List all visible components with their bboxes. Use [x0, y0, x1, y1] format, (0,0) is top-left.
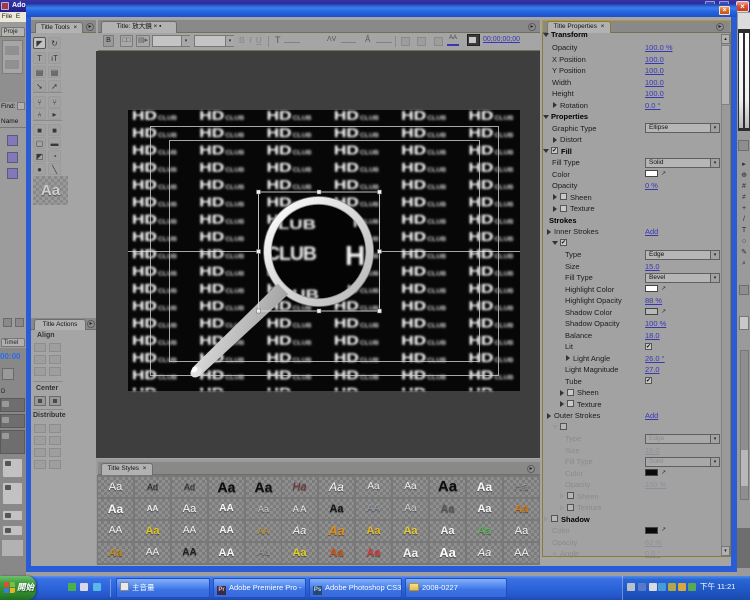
svg-text:H: H — [345, 240, 365, 271]
svg-text:CLUB: CLUB — [266, 243, 317, 265]
